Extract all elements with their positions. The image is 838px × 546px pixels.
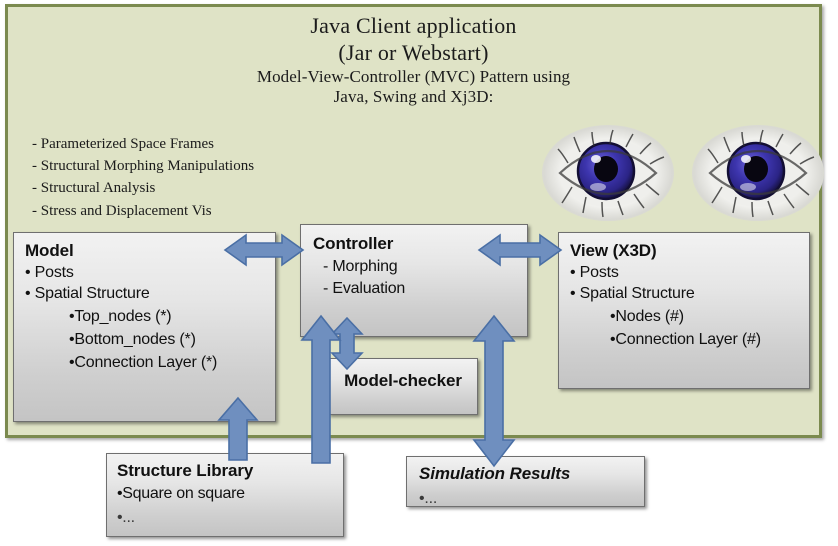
eye-image-right <box>692 125 824 221</box>
panel-title-block: Java Client application (Jar or Webstart… <box>8 13 819 108</box>
model-box-title: Model <box>25 241 74 260</box>
feature-item: - Structural Morphing Manipulations <box>32 158 255 175</box>
structure-library-box-title: Structure Library <box>117 461 254 480</box>
simulation-results-box[interactable]: Simulation Results •... <box>406 456 645 507</box>
panel-title-line-1: Java Client application <box>310 13 517 38</box>
controller-box[interactable]: Controller - Morphing - Evaluation <box>300 224 528 337</box>
eyes-illustration <box>538 119 828 225</box>
eye-image-left <box>542 125 674 221</box>
feature-item: - Stress and Displacement Vis <box>32 202 212 219</box>
model-box-subline: •Top_nodes (*) <box>69 308 172 325</box>
panel-title-line-4: Java, Swing and Xj3D: <box>333 87 494 107</box>
structure-library-box[interactable]: Structure Library •Square on square •... <box>106 453 344 537</box>
feature-item: - Parameterized Space Frames <box>32 136 214 152</box>
view-box-title: View (X3D) <box>570 241 657 260</box>
controller-box-title: Controller <box>313 234 394 253</box>
model-box[interactable]: Model • Posts • Spatial Structure •Top_n… <box>13 232 276 422</box>
view-box-subline: •Nodes (#) <box>610 308 684 325</box>
model-box-subline: •Bottom_nodes (*) <box>69 331 196 348</box>
view-box-line: • Posts <box>570 264 619 281</box>
panel-title-line-2: (Jar or Webstart) <box>338 39 489 65</box>
model-box-line: • Spatial Structure <box>25 285 150 302</box>
structure-library-box-line: •Square on square <box>117 485 245 502</box>
view-box-line: • Spatial Structure <box>570 285 695 302</box>
feature-item: - Structural Analysis <box>32 180 156 197</box>
feature-list: - Parameterized Space Frames - Structura… <box>32 133 254 222</box>
structure-library-box-line: •... <box>117 509 135 526</box>
model-checker-box[interactable]: Model-checker <box>328 358 478 415</box>
panel-title-line-3: Model-View-Controller (MVC) Pattern usin… <box>256 66 571 86</box>
model-checker-box-title: Model-checker <box>344 371 462 390</box>
view-box-subline: •Connection Layer (#) <box>610 331 761 348</box>
model-box-line: • Posts <box>25 264 74 281</box>
simulation-results-box-title: Simulation Results <box>419 464 571 483</box>
simulation-results-box-line: •... <box>419 490 438 507</box>
diagram-canvas: Java Client application (Jar or Webstart… <box>0 0 838 546</box>
model-box-subline: •Connection Layer (*) <box>69 354 218 371</box>
controller-box-line: - Evaluation <box>323 280 406 297</box>
view-box[interactable]: View (X3D) • Posts • Spatial Structure •… <box>558 232 810 389</box>
controller-box-line: - Morphing <box>323 258 398 275</box>
